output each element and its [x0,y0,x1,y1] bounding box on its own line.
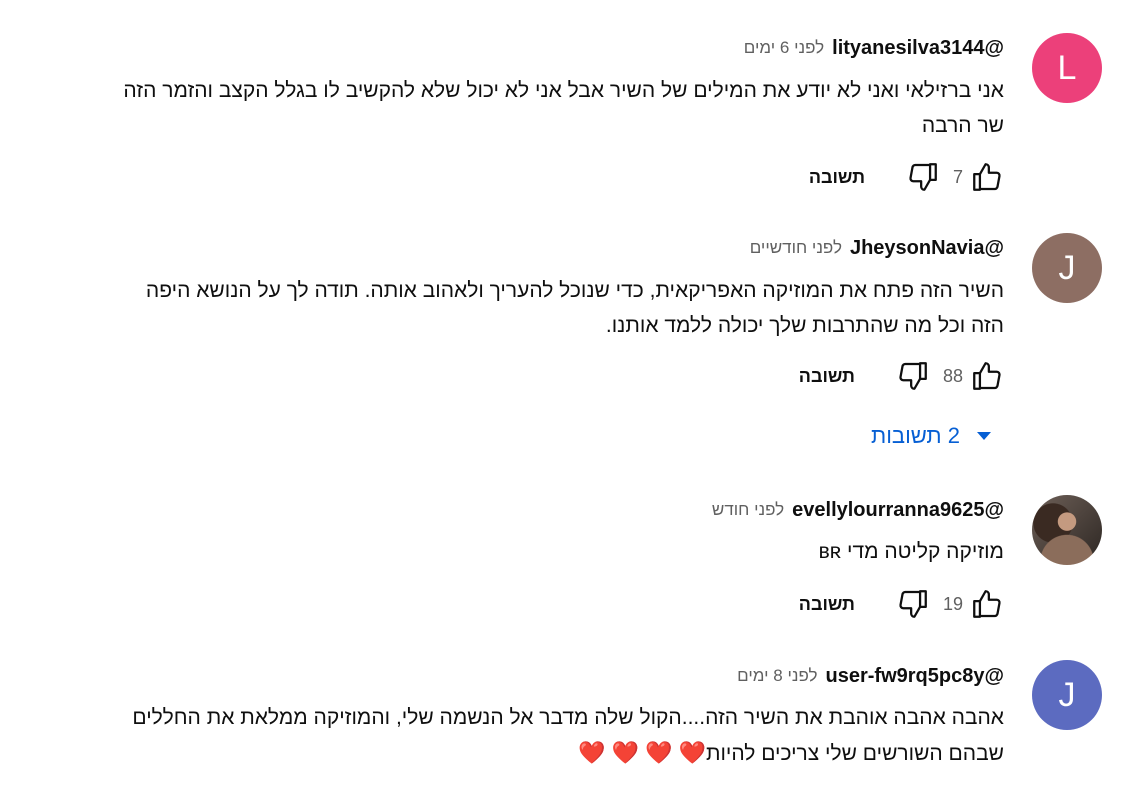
like-count: 7 [952,166,963,187]
comment-text-line: שבהם השורשים שלי צריכים להיות❤️ ❤️ ❤️ ❤️ [132,735,1004,771]
avatar[interactable]: L [1032,33,1102,103]
comment-actions: 88 תשובה [799,356,1007,396]
comment-header: @JheysonNavia לפני חודשיים [750,234,1004,262]
comment-text: אהבה אהבה אוהבת את השיר הזה....הקול שלה … [132,700,1004,771]
like-button[interactable] [967,356,1007,396]
comment-text-line: השיר הזה פתח את המוזיקה האפריקאית, כדי ש… [145,279,1004,302]
comment-author[interactable]: @JheysonNavia [850,237,1004,260]
comment-text-line: אני ברזילאי ואני לא יודע את המילים של הש… [123,79,1004,102]
comment-text-line: הזה וכל מה שהתרבות שלך יכולה ללמד אותנו. [605,314,1004,337]
comment-text-line: אהבה אהבה אוהבת את השיר הזה....הקול שלה … [132,706,1004,729]
dislike-button[interactable] [893,584,933,624]
show-replies-button[interactable]: 2 תשובות [871,418,994,454]
comment-author[interactable]: @lityanesilva3144 [832,37,1004,60]
like-count: 19 [942,593,963,614]
comment-text: מוזיקה קליטה מדי ʙʀ [819,534,1004,569]
like-button[interactable] [967,157,1007,197]
dislike-button[interactable] [903,157,943,197]
comment-text: השיר הזה פתח את המוזיקה האפריקאית, כדי ש… [146,273,1004,343]
reply-button[interactable]: תשובה [799,366,855,387]
thumb-up-icon [973,362,1001,390]
thumb-down-icon [909,163,937,191]
comment-header: @user-fw9rq5pc8y לפני 8 ימים [737,662,1004,690]
reply-button[interactable]: תשובה [809,167,865,188]
reply-button[interactable]: תשובה [799,594,855,615]
comment-text: אני ברזילאי ואני לא יודע את המילים של הש… [123,73,1004,143]
comment-header: @evellylourranna9625 לפני חודש [712,496,1004,524]
comment-time[interactable]: לפני 6 ימים [744,38,824,58]
comment-actions: 19 תשובה [799,584,1007,624]
avatar-letter: J [1058,675,1076,714]
heart-emojis: ❤️ ❤️ ❤️ ❤️ [578,740,706,765]
thumb-up-icon [973,163,1001,191]
comment-text-fragment: שבהם השורשים שלי צריכים להיות [705,742,1004,765]
comment-time[interactable]: לפני 8 ימים [737,666,817,686]
comment-text-line: שר הרבה [921,114,1004,137]
comment-text-line: מוזיקה קליטה מדי ʙʀ [818,540,1004,563]
comment-author[interactable]: @user-fw9rq5pc8y [826,665,1004,688]
comment-author[interactable]: @evellylourranna9625 [792,499,1004,522]
avatar-letter: L [1057,48,1077,87]
comment-time[interactable]: לפני חודש [712,500,784,520]
comment-time[interactable]: לפני חודשיים [750,238,842,258]
dislike-button[interactable] [893,356,933,396]
caret-down-icon [977,432,991,440]
thumb-down-icon [899,590,927,618]
avatar[interactable]: J [1032,660,1102,730]
thumb-up-icon [973,590,1001,618]
like-count: 88 [942,365,963,386]
thumb-down-icon [899,362,927,390]
avatar[interactable] [1032,495,1102,565]
comment-actions: 7 תשובה [809,157,1007,197]
replies-count-label: 2 תשובות [871,423,960,448]
avatar-letter: J [1058,248,1076,287]
avatar[interactable]: J [1032,233,1102,303]
like-button[interactable] [967,584,1007,624]
comment-header: @lityanesilva3144 לפני 6 ימים [744,34,1004,62]
